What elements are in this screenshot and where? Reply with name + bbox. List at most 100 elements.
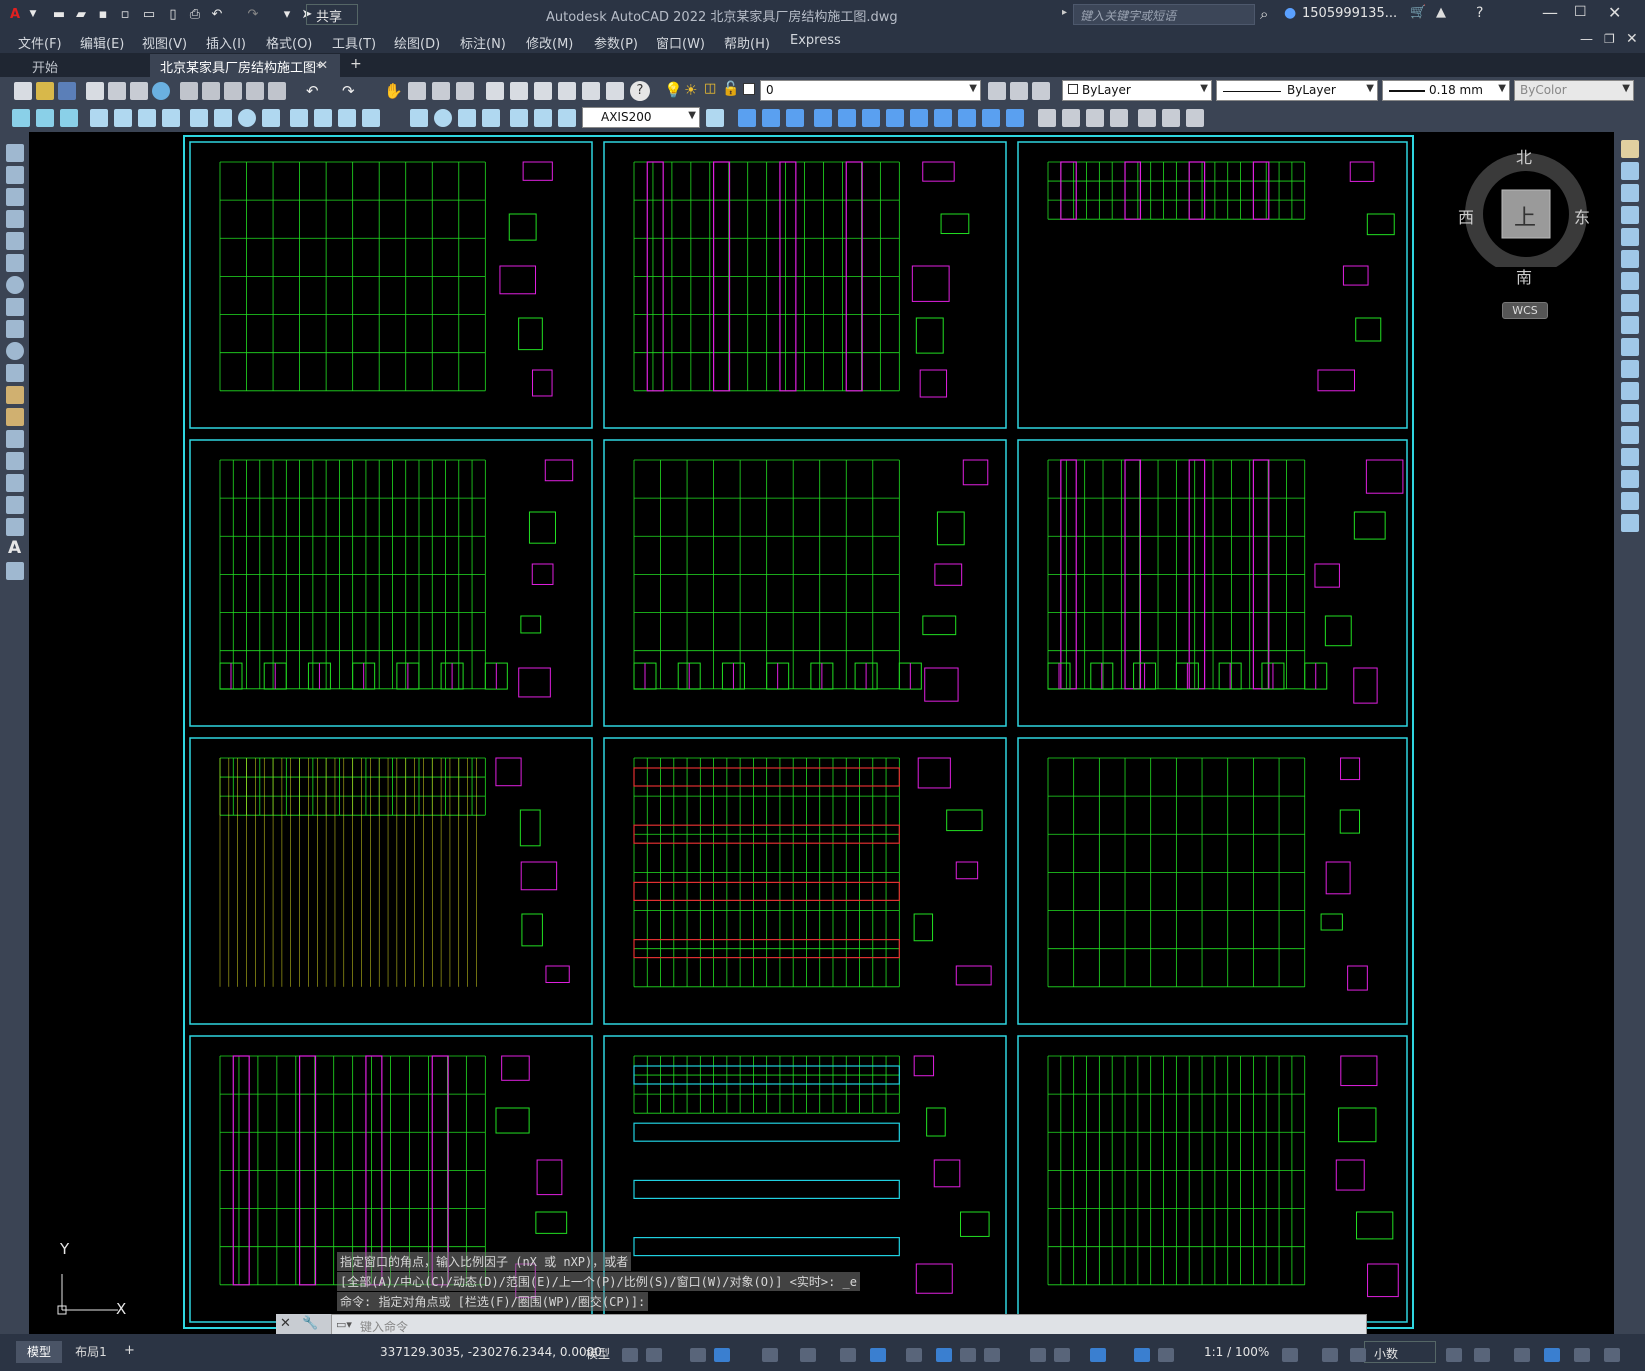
menu-window[interactable]: 窗口(W) (656, 33, 705, 52)
clean-screen-icon[interactable] (1574, 1348, 1590, 1362)
table-icon[interactable] (6, 518, 24, 536)
autocad-logo-icon[interactable]: A (6, 5, 24, 24)
tab-drawing[interactable]: 北京某家具厂房结构施工图* (150, 54, 340, 77)
gizmo-icon[interactable] (1090, 1348, 1106, 1362)
drawing-canvas[interactable] (29, 132, 1614, 1334)
lineweight-dropdown[interactable]: 0.18 mm ▼ (1382, 80, 1510, 101)
aligned-dim-icon[interactable] (114, 109, 132, 127)
model-space-toggle[interactable]: 模型 (586, 1345, 610, 1362)
draworder-icon[interactable] (12, 109, 30, 127)
zoom-window-icon[interactable] (432, 82, 450, 100)
tool-palettes-icon[interactable] (534, 82, 552, 100)
arc-icon[interactable] (6, 254, 24, 272)
dim-update-icon[interactable] (558, 109, 576, 127)
join-icon[interactable] (1621, 426, 1639, 444)
copy-object-icon[interactable] (1621, 162, 1639, 180)
annotation-visibility-icon[interactable] (1134, 1348, 1150, 1362)
scale-icon[interactable] (1621, 294, 1639, 312)
hidden-icon[interactable] (1062, 109, 1080, 127)
paste-icon[interactable] (224, 82, 242, 100)
gradient-icon[interactable] (6, 474, 24, 492)
3d-osnap-icon[interactable] (984, 1348, 1000, 1362)
fillet-icon[interactable] (1621, 470, 1639, 488)
search-icon[interactable]: ⌕ (1260, 5, 1268, 23)
menu-help[interactable]: 帮助(H) (724, 33, 770, 52)
region-icon[interactable] (6, 496, 24, 514)
calculator-icon[interactable] (606, 82, 624, 100)
autodesk-app-icon[interactable]: ▲ (1436, 5, 1446, 20)
view-front-icon[interactable] (838, 109, 856, 127)
menu-parametric[interactable]: 参数(P) (594, 33, 638, 52)
arc-length-icon[interactable] (138, 109, 156, 127)
menu-file[interactable]: 文件(F) (18, 33, 62, 52)
hatch-icon[interactable] (6, 452, 24, 470)
save-icon-tb[interactable] (58, 82, 76, 100)
menu-insert[interactable]: 插入(I) (206, 33, 246, 52)
view-bottom-icon[interactable] (762, 109, 780, 127)
continue-dim-icon[interactable] (338, 109, 356, 127)
command-input[interactable]: ▭▾ 键入命令 (331, 1314, 1367, 1336)
save-icon[interactable]: ▪ (94, 5, 112, 24)
tolerance-icon[interactable] (410, 109, 428, 127)
view-back-icon[interactable] (862, 109, 880, 127)
inspect-icon[interactable] (458, 109, 476, 127)
open-web-icon[interactable]: ▭ (140, 5, 158, 24)
dim-text-edit-icon[interactable] (534, 109, 552, 127)
layer-vp-freeze-icon[interactable]: ◫ (704, 81, 716, 96)
erase-icon[interactable] (1621, 140, 1639, 158)
bring-front-icon[interactable] (36, 109, 54, 127)
stretch-icon[interactable] (1621, 316, 1639, 334)
ellipse-icon[interactable] (6, 342, 24, 360)
ellipse-arc-icon[interactable] (6, 364, 24, 382)
move-icon[interactable] (1621, 250, 1639, 268)
baseline-dim-icon[interactable] (314, 109, 332, 127)
close-icon[interactable]: ✕ (1608, 3, 1621, 22)
ucs-previous-icon[interactable] (1162, 109, 1180, 127)
quick-dim-icon[interactable] (290, 109, 308, 127)
plotstyle-dropdown[interactable]: ByColor ▼ (1514, 80, 1634, 101)
radius-dim-icon[interactable] (190, 109, 208, 127)
dim-style-icon[interactable] (706, 109, 724, 127)
block-editor-icon[interactable] (268, 82, 286, 100)
construction-line-icon[interactable] (6, 166, 24, 184)
layer-previous-icon[interactable] (1010, 82, 1028, 100)
open-file-icon[interactable]: ▰ (72, 5, 90, 24)
menu-draw[interactable]: 绘图(D) (394, 33, 440, 52)
add-selected-icon[interactable] (6, 562, 24, 580)
dynamic-ucs-icon[interactable] (1030, 1348, 1046, 1362)
view-left-icon[interactable] (786, 109, 804, 127)
view-sw-iso-icon[interactable] (886, 109, 904, 127)
view-nw-iso-icon[interactable] (958, 109, 976, 127)
match-properties-icon[interactable] (246, 82, 264, 100)
layer-freeze-icon[interactable]: ☀ (684, 81, 697, 99)
mtext-icon[interactable]: A (8, 538, 21, 558)
explode-icon[interactable] (1621, 514, 1639, 532)
view-manager-icon[interactable] (1006, 109, 1024, 127)
diameter-dim-icon[interactable] (238, 109, 256, 127)
redo-icon[interactable]: ↷ (244, 5, 262, 24)
lineweight-icon[interactable] (906, 1348, 922, 1362)
workspace-gear-icon[interactable] (1282, 1348, 1298, 1362)
isolate-objects-icon[interactable] (1474, 1348, 1490, 1362)
ortho-icon[interactable] (714, 1348, 730, 1362)
undo-icon[interactable]: ↶ (208, 5, 226, 24)
line-icon[interactable] (6, 144, 24, 162)
dim-space-icon[interactable] (362, 109, 380, 127)
polyline-icon[interactable] (6, 188, 24, 206)
copy-icon[interactable] (202, 82, 220, 100)
redo-icon-tb[interactable]: ↷ (342, 82, 355, 100)
properties-icon[interactable] (486, 82, 504, 100)
minimize-icon[interactable]: — (1542, 3, 1558, 22)
3d-dwf-icon[interactable] (152, 82, 170, 100)
menu-tools[interactable]: 工具(T) (332, 33, 376, 52)
send-back-icon[interactable] (60, 109, 78, 127)
extend-icon[interactable] (1621, 360, 1639, 378)
restore-icon[interactable]: ☐ (1574, 4, 1587, 20)
app-menu-chevron-icon[interactable]: ▼ (24, 5, 42, 24)
plot-icon[interactable]: ⎙ (186, 5, 204, 24)
jogged-linear-icon[interactable] (482, 109, 500, 127)
polar-tracking-icon[interactable] (762, 1348, 778, 1362)
revision-cloud-icon[interactable] (6, 298, 24, 316)
doc-restore-icon[interactable]: ❐ (1604, 32, 1615, 46)
viewcube-east[interactable]: 东 (1574, 204, 1590, 228)
